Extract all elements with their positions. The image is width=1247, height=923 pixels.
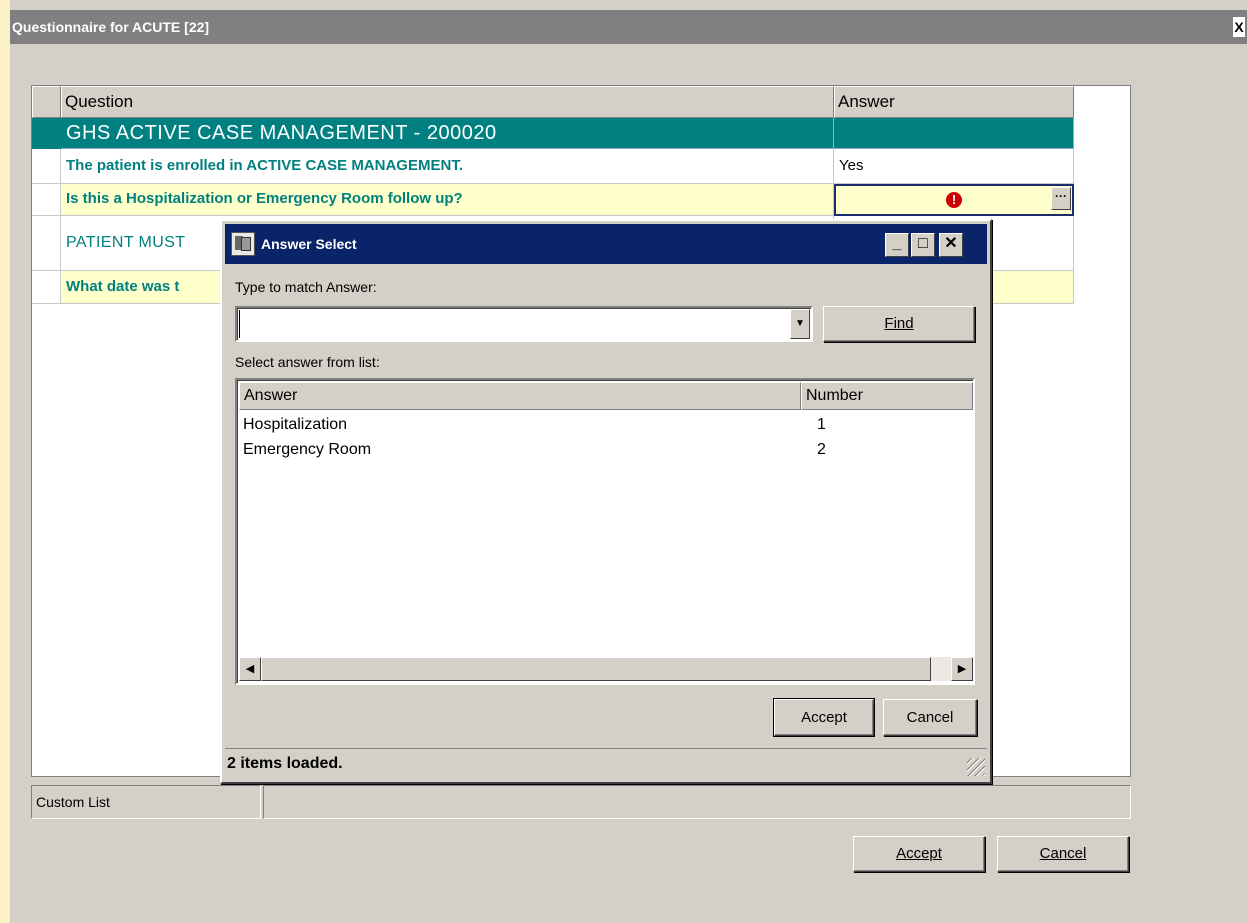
- row-selector: [32, 184, 61, 216]
- dialog-titlebar[interactable]: Answer Select _ □ ✕: [225, 224, 987, 264]
- list-item[interactable]: Emergency Room 2: [241, 439, 971, 463]
- ellipsis-button[interactable]: ···: [1051, 187, 1071, 210]
- match-answer-label: Type to match Answer:: [235, 279, 377, 295]
- desktop-strip: [0, 0, 10, 923]
- dialog-accept-button[interactable]: Accept: [773, 698, 875, 737]
- select-answer-label: Select answer from list:: [235, 354, 380, 370]
- row-selector: [32, 216, 61, 271]
- answer-cell-editing[interactable]: ! ···: [834, 184, 1074, 216]
- section-answer-cell: [834, 118, 1074, 149]
- row-selector: [32, 149, 61, 184]
- close-icon[interactable]: X: [1233, 17, 1245, 37]
- match-answer-combo[interactable]: ▼: [235, 306, 813, 342]
- column-header-answer[interactable]: Answer: [834, 86, 1074, 118]
- app-icon: [231, 232, 255, 256]
- dialog-cancel-button[interactable]: Cancel: [883, 699, 977, 736]
- section-row[interactable]: GHS ACTIVE CASE MANAGEMENT - 200020: [32, 118, 1074, 149]
- find-button[interactable]: Find: [823, 306, 975, 342]
- find-label: Find: [884, 315, 914, 332]
- match-answer-input[interactable]: [239, 310, 789, 338]
- table-row-active[interactable]: Is this a Hospitalization or Emergency R…: [32, 184, 1074, 216]
- column-header-question[interactable]: Question: [61, 86, 834, 118]
- accept-label: Accept: [896, 845, 942, 862]
- list-column-answer[interactable]: Answer: [239, 382, 801, 410]
- dialog-status-bar: 2 items loaded.: [225, 748, 987, 778]
- list-item-answer: Emergency Room: [243, 441, 372, 458]
- row-selector: [32, 118, 61, 149]
- list-item[interactable]: Hospitalization 1: [241, 414, 971, 438]
- row-selector: [32, 271, 61, 304]
- scroll-left-icon[interactable]: ◀: [239, 657, 261, 681]
- close-icon[interactable]: ✕: [939, 233, 963, 257]
- question-cell: The patient is enrolled in ACTIVE CASE M…: [61, 149, 834, 184]
- header-selector-cell: [32, 86, 61, 118]
- cancel-button[interactable]: Cancel: [997, 836, 1129, 872]
- answer-cell[interactable]: Yes: [834, 149, 1074, 184]
- answer-select-dialog: Answer Select _ □ ✕ Type to match Answer…: [220, 219, 992, 784]
- horizontal-scrollbar[interactable]: ◀ ▶: [239, 657, 973, 681]
- accept-button[interactable]: Accept: [853, 836, 985, 872]
- resize-grip-icon[interactable]: [967, 758, 985, 776]
- answer-list[interactable]: Answer Number Hospitalization 1 Emergenc…: [235, 378, 975, 685]
- grid-header: Question Answer: [32, 86, 1074, 118]
- window-titlebar: Questionnaire for ACUTE [22] X: [0, 10, 1247, 44]
- list-item-number: 1: [817, 416, 826, 433]
- cancel-label: Cancel: [1039, 845, 1087, 862]
- window-title: Questionnaire for ACUTE [22]: [12, 19, 210, 35]
- question-cell: Is this a Hospitalization or Emergency R…: [61, 184, 834, 216]
- table-row[interactable]: The patient is enrolled in ACTIVE CASE M…: [32, 149, 1074, 184]
- maximize-icon[interactable]: □: [911, 233, 935, 257]
- error-exclamation-icon: !: [946, 192, 962, 208]
- chevron-down-icon[interactable]: ▼: [790, 309, 810, 339]
- dialog-title: Answer Select: [261, 236, 357, 252]
- section-title: GHS ACTIVE CASE MANAGEMENT - 200020: [61, 118, 834, 149]
- scroll-thumb[interactable]: [261, 657, 931, 681]
- list-column-number[interactable]: Number: [801, 382, 973, 410]
- list-item-answer: Hospitalization: [243, 416, 348, 433]
- scroll-right-icon[interactable]: ▶: [951, 657, 973, 681]
- status-text: 2 items loaded.: [227, 755, 343, 772]
- minimize-icon[interactable]: _: [885, 233, 909, 257]
- list-item-number: 2: [817, 441, 826, 458]
- status-custom-list: Custom List: [31, 785, 261, 819]
- status-panel: [263, 785, 1131, 819]
